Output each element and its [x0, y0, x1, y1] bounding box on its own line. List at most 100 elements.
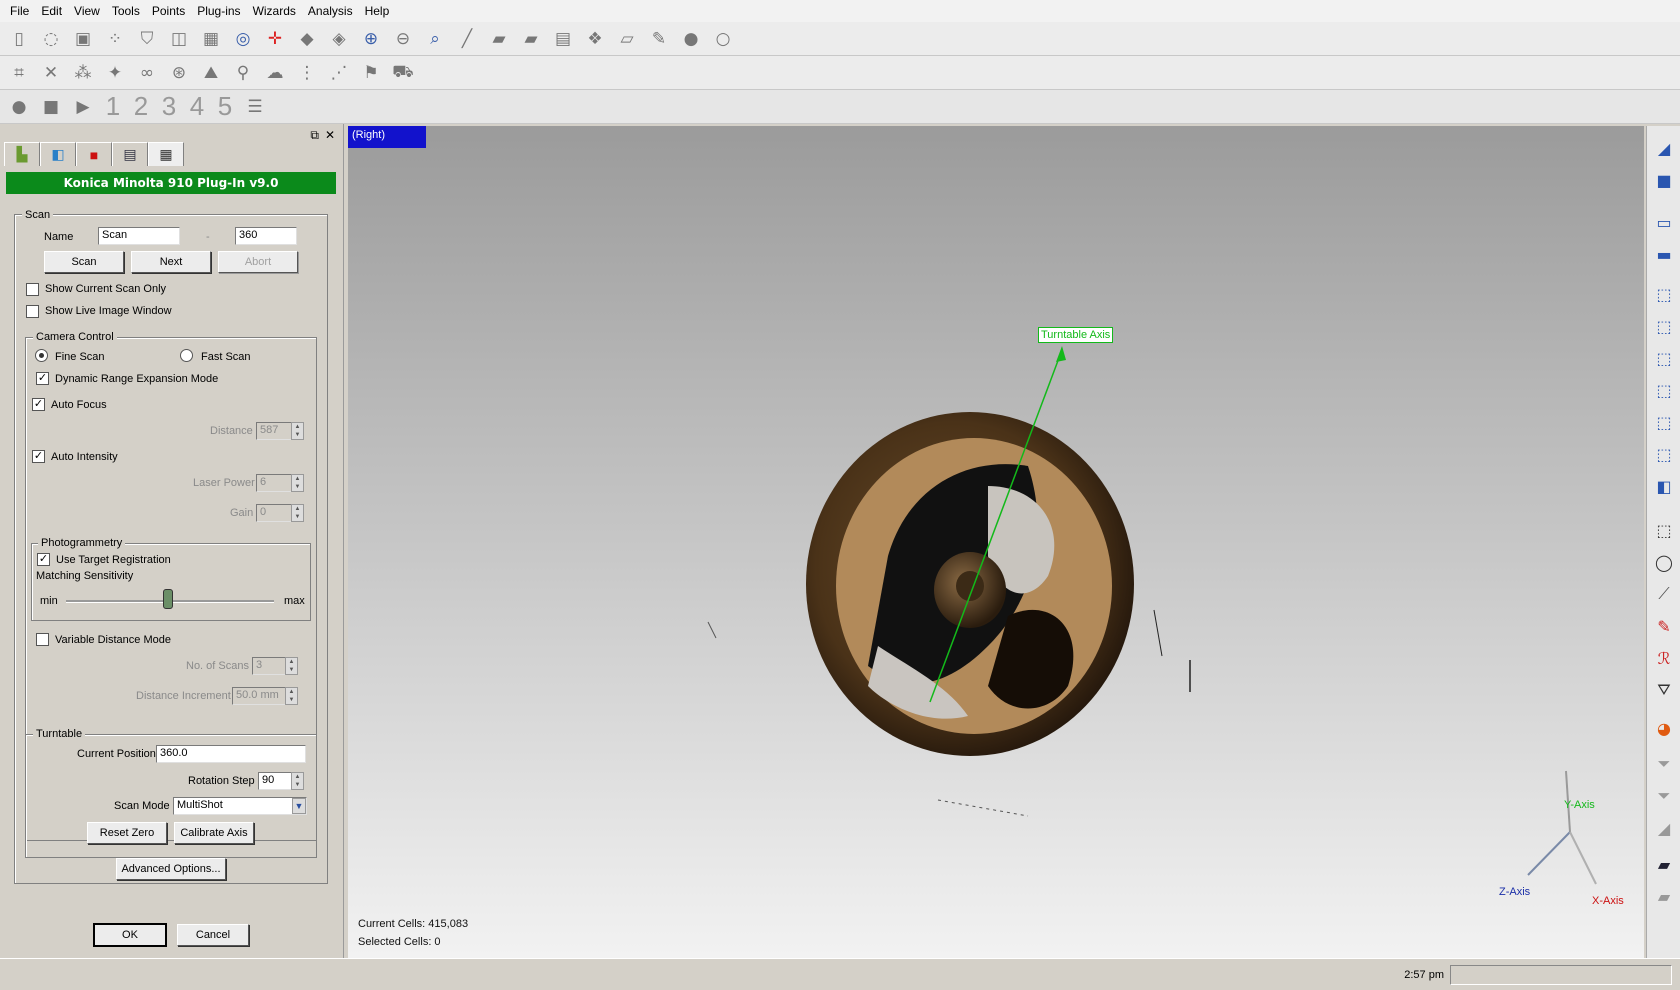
record-icon[interactable]: ●	[6, 94, 32, 120]
menu-view[interactable]: View	[68, 1, 106, 21]
menu-file[interactable]: File	[4, 1, 35, 21]
dot-icon[interactable]: ●	[678, 26, 704, 52]
no-of-scans-spinner[interactable]: ▲ ▼	[285, 657, 298, 675]
menu-wizards[interactable]: Wizards	[247, 1, 302, 21]
sphere-icon[interactable]: ⊛	[166, 60, 192, 86]
scan-number-input[interactable]: 360	[235, 227, 297, 245]
view-iso-icon[interactable]: ◧	[1652, 474, 1676, 498]
window-icon[interactable]: ▤	[550, 26, 576, 52]
menu-tools[interactable]: Tools	[106, 1, 146, 21]
shapes-icon[interactable]: ❖	[582, 26, 608, 52]
step-4-button[interactable]: 4	[186, 91, 208, 121]
shield-icon[interactable]: ⛉	[134, 26, 160, 52]
tab-grid-icon[interactable]: ▦	[148, 142, 184, 166]
show-current-scan-checkbox[interactable]	[26, 283, 39, 296]
sensitivity-slider-thumb[interactable]	[162, 589, 173, 609]
points-icon[interactable]: ⁘	[102, 26, 128, 52]
step-3-button[interactable]: 3	[158, 91, 180, 121]
advanced-options-button[interactable]: Advanced Options...	[116, 858, 226, 880]
compass-icon[interactable]: ◎	[230, 26, 256, 52]
tree-icon[interactable]: ⚲	[230, 60, 256, 86]
use-target-registration-checkbox[interactable]: ✓	[37, 553, 50, 566]
ok-button[interactable]: OK	[93, 923, 167, 947]
auto-focus-checkbox[interactable]: ✓	[32, 398, 45, 411]
pen-icon[interactable]: ✎	[646, 26, 672, 52]
save-icon[interactable]: ▣	[70, 26, 96, 52]
current-position-input[interactable]: 360.0	[156, 745, 306, 763]
select-free-icon[interactable]: ℛ	[1652, 646, 1676, 670]
diagonal-icon[interactable]: ⋰	[326, 60, 352, 86]
color-map-icon[interactable]: ◕	[1652, 716, 1676, 740]
view-front-icon[interactable]: ⬚	[1652, 282, 1676, 306]
brush-icon[interactable]: ✎	[1652, 614, 1676, 638]
box-shaded-icon[interactable]: ◈	[326, 26, 352, 52]
rotation-step-spinner[interactable]: ▲ ▼	[291, 772, 304, 790]
box-icon[interactable]: ◆	[294, 26, 320, 52]
menu-analysis[interactable]: Analysis	[302, 1, 359, 21]
camera-multi-icon[interactable]: ▰	[518, 26, 544, 52]
fine-scan-radio[interactable]	[35, 349, 48, 362]
shading-icon[interactable]: ◢	[1652, 136, 1676, 160]
view-left-icon[interactable]: ⬚	[1652, 346, 1676, 370]
cube-icon[interactable]: ◫	[166, 26, 192, 52]
ramp-icon[interactable]: ◢	[1652, 816, 1676, 840]
select-lasso-icon[interactable]: ◯	[1652, 550, 1676, 574]
link-icon[interactable]: ∞	[134, 60, 160, 86]
view-bottom-icon[interactable]: ⬚	[1652, 442, 1676, 466]
abort-button[interactable]: Abort	[218, 251, 298, 273]
next-button[interactable]: Next	[131, 251, 211, 273]
fast-scan-radio[interactable]	[180, 349, 193, 362]
zoom-out-icon[interactable]: ⊖	[390, 26, 416, 52]
stamp-icon[interactable]: ⚑	[358, 60, 384, 86]
reset-zero-button[interactable]: Reset Zero	[87, 822, 167, 844]
dynamic-range-checkbox[interactable]: ✓	[36, 372, 49, 385]
show-live-image-checkbox[interactable]	[26, 305, 39, 318]
vertical-dots-icon[interactable]: ⋮	[294, 60, 320, 86]
plane-icon[interactable]: ▱	[614, 26, 640, 52]
circle-icon[interactable]: ○	[710, 26, 736, 52]
scatter-icon[interactable]: ⁂	[70, 60, 96, 86]
restore-icon[interactable]: ⧉	[310, 128, 319, 143]
open-file-icon[interactable]: ◌	[38, 26, 64, 52]
menu-help[interactable]: Help	[359, 1, 396, 21]
target-icon[interactable]: ✛	[262, 26, 288, 52]
distance-increment-spinner[interactable]: ▲ ▼	[285, 687, 298, 705]
camera-view-icon[interactable]: ▰	[1652, 852, 1676, 876]
scan-mode-select[interactable]: MultiShot	[173, 797, 307, 815]
tab-monitor-icon[interactable]: ▤	[112, 142, 148, 166]
shading-flat-icon[interactable]: ■	[1652, 168, 1676, 192]
step-1-button[interactable]: 1	[102, 91, 124, 121]
play-icon[interactable]: ▶	[70, 94, 96, 120]
delete-icon[interactable]: ✕	[38, 60, 64, 86]
truck-icon[interactable]: ⛟	[390, 60, 416, 86]
tab-tree-icon[interactable]: ▙	[4, 142, 40, 166]
camera-view-2-icon[interactable]: ▰	[1652, 884, 1676, 908]
filter-2-icon[interactable]: ⏷	[1652, 784, 1676, 808]
zoom-in-icon[interactable]: ⊕	[358, 26, 384, 52]
stop-icon[interactable]: ■	[38, 94, 64, 120]
cancel-button[interactable]: Cancel	[177, 924, 249, 946]
close-icon[interactable]: ✕	[325, 128, 335, 143]
mesh-icon[interactable]: ✦	[102, 60, 128, 86]
no-of-scans-input[interactable]: 3	[252, 657, 286, 675]
gain-spinner[interactable]: ▲ ▼	[291, 504, 304, 522]
select-rect-icon[interactable]: ⬚	[1652, 518, 1676, 542]
cloud-icon[interactable]: ☁	[262, 60, 288, 86]
chevron-down-icon[interactable]: ▼	[292, 798, 306, 814]
window-stack-icon[interactable]: ▬	[1652, 242, 1676, 266]
zoom-fit-icon[interactable]: ⌕	[422, 26, 448, 52]
camera-icon[interactable]: ▰	[486, 26, 512, 52]
select-line-icon[interactable]: ⟋	[1652, 582, 1676, 606]
menu-plugins[interactable]: Plug-ins	[191, 1, 246, 21]
calibrate-axis-button[interactable]: Calibrate Axis	[174, 822, 254, 844]
auto-intensity-checkbox[interactable]: ✓	[32, 450, 45, 463]
view-top-icon[interactable]: ⬚	[1652, 410, 1676, 434]
variable-distance-checkbox[interactable]	[36, 633, 49, 646]
grid-icon[interactable]: ▦	[198, 26, 224, 52]
step-5-button[interactable]: 5	[214, 91, 236, 121]
menu-edit[interactable]: Edit	[35, 1, 68, 21]
tab-scanner-icon[interactable]: ■	[76, 142, 112, 166]
view-right-icon[interactable]: ⬚	[1652, 378, 1676, 402]
step-2-button[interactable]: 2	[130, 91, 152, 121]
view-back-icon[interactable]: ⬚	[1652, 314, 1676, 338]
